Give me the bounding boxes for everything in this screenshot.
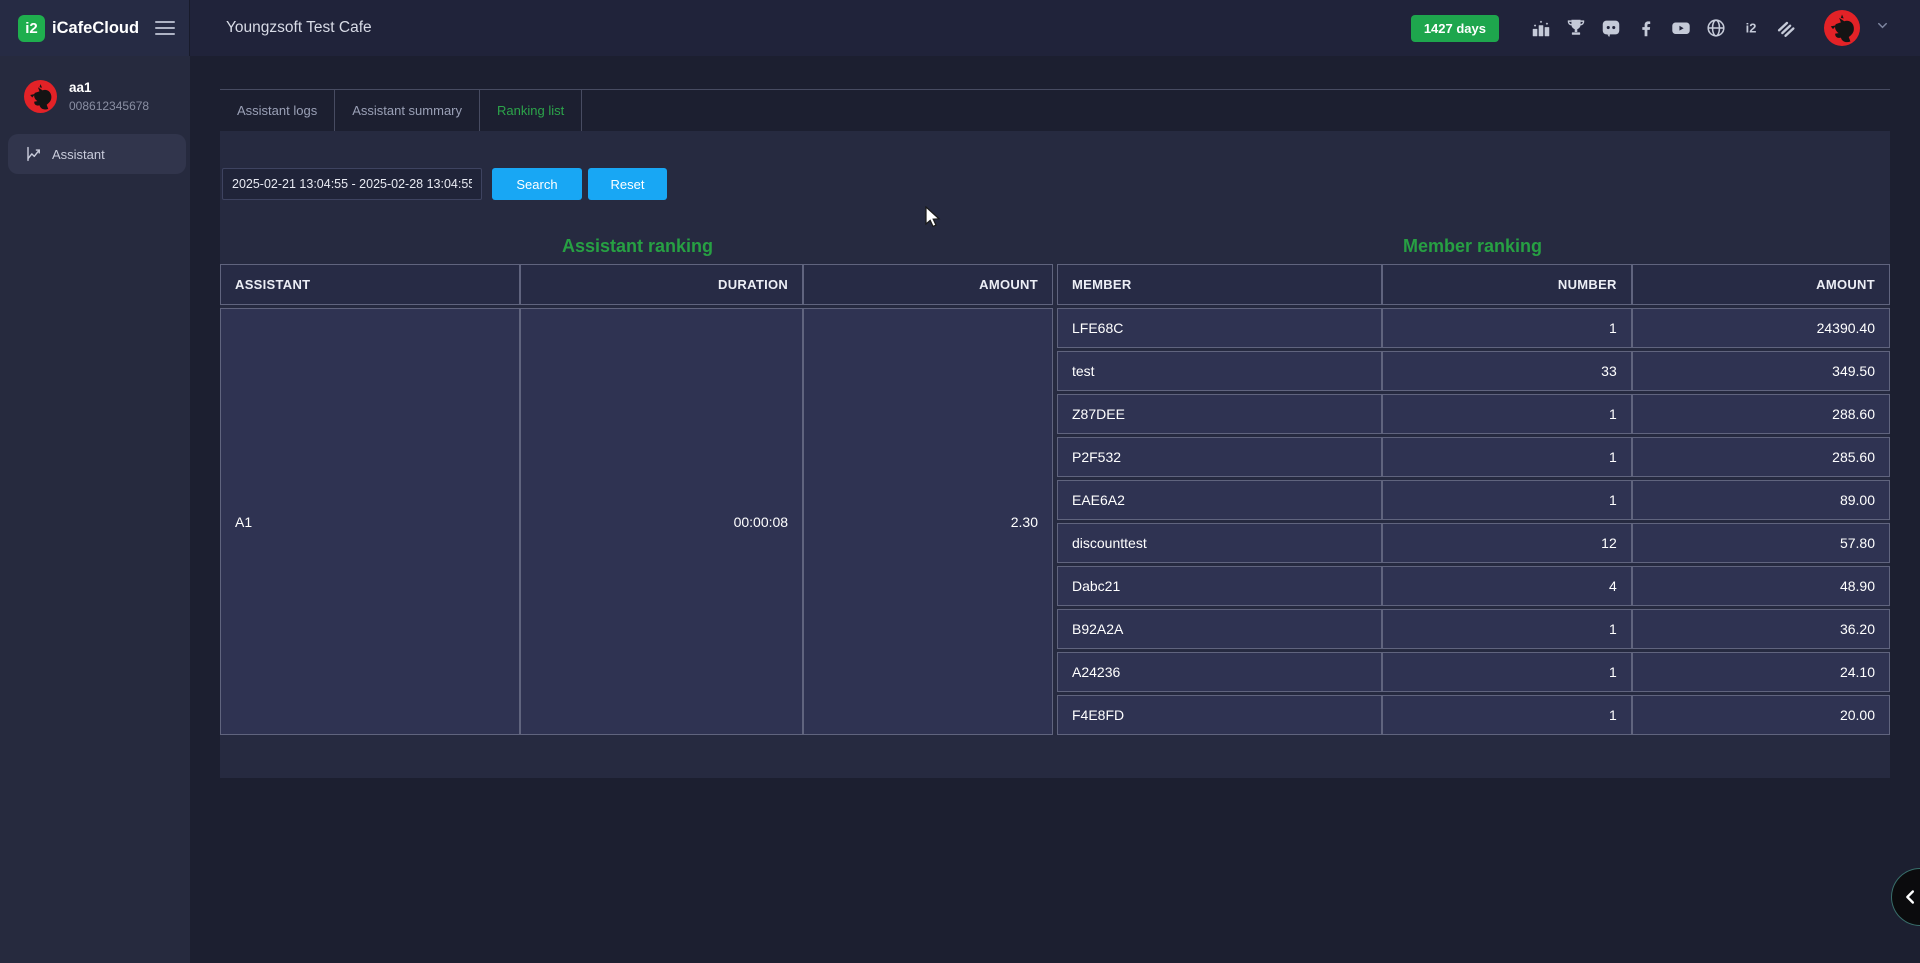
search-button[interactable]: Search: [492, 168, 582, 200]
table-cell: 00:00:08: [520, 308, 803, 735]
table-cell: 24.10: [1632, 652, 1890, 692]
table-cell: 1: [1382, 437, 1632, 477]
assistant-ranking-table: ASSISTANTDURATIONAMOUNT A100:00:082.30: [220, 261, 1053, 738]
table-cell: Z87DEE: [1057, 394, 1382, 434]
tab-ranking-list[interactable]: Ranking list: [480, 90, 582, 131]
table-cell: 1: [1382, 308, 1632, 348]
table-row: Dabc21448.90: [1057, 566, 1890, 606]
table-cell: 285.60: [1632, 437, 1890, 477]
table-row: B92A2A136.20: [1057, 609, 1890, 649]
sidebar: aa1 008612345678 Assistant: [0, 56, 190, 963]
main-area: Assistant logs Assistant summary Ranking…: [190, 56, 1920, 963]
topbar-actions: 1427 days: [1411, 10, 1890, 46]
table-cell: 349.50: [1632, 351, 1890, 391]
topbar-main: Youngzsoft Test Cafe 1427 days: [190, 0, 1920, 56]
member-ranking-table: MEMBERNUMBERAMOUNT LFE68C124390.40test33…: [1057, 261, 1890, 738]
ranking-icon[interactable]: [1530, 17, 1552, 39]
menu-toggle-icon[interactable]: [155, 21, 175, 36]
assistant-ranking-title: Assistant ranking: [220, 236, 1055, 257]
table-row: EAE6A2189.00: [1057, 480, 1890, 520]
table-row: test33349.50: [1057, 351, 1890, 391]
table-cell: Dabc21: [1057, 566, 1382, 606]
column-header: AMOUNT: [803, 264, 1053, 305]
table-cell: 1: [1382, 609, 1632, 649]
date-range-input[interactable]: [222, 168, 482, 200]
table-cell: 288.60: [1632, 394, 1890, 434]
table-row: discounttest1257.80: [1057, 523, 1890, 563]
ranking-tables: ASSISTANTDURATIONAMOUNT A100:00:082.30 M…: [220, 261, 1890, 738]
column-header: ASSISTANT: [220, 264, 520, 305]
trophy-icon[interactable]: [1565, 17, 1587, 39]
table-cell: 1: [1382, 652, 1632, 692]
section-titles: Assistant ranking Member ranking: [220, 236, 1890, 257]
table-row: Z87DEE1288.60: [1057, 394, 1890, 434]
logo-mark-text: i2: [25, 20, 38, 37]
tab-assistant-summary[interactable]: Assistant summary: [335, 90, 480, 131]
discord-icon[interactable]: [1600, 17, 1622, 39]
table-cell: EAE6A2: [1057, 480, 1382, 520]
tab-bar: Assistant logs Assistant summary Ranking…: [220, 89, 1890, 131]
table-cell: A24236: [1057, 652, 1382, 692]
svg-text:i2: i2: [1746, 21, 1757, 36]
icafecloud-logo-icon: i2: [18, 15, 45, 42]
table-cell: B92A2A: [1057, 609, 1382, 649]
table-cell: 57.80: [1632, 523, 1890, 563]
table-cell: A1: [220, 308, 520, 735]
table-cell: discounttest: [1057, 523, 1382, 563]
table-cell: 1: [1382, 480, 1632, 520]
column-header: AMOUNT: [1632, 264, 1890, 305]
chevron-down-icon[interactable]: [1875, 18, 1890, 38]
table-row: P2F5321285.60: [1057, 437, 1890, 477]
app-logo: i2 iCafeCloud: [0, 0, 190, 56]
table-cell: LFE68C: [1057, 308, 1382, 348]
table-cell: 48.90: [1632, 566, 1890, 606]
table-cell: 2.30: [803, 308, 1053, 735]
filter-row: Search Reset: [222, 131, 1890, 200]
user-name: aa1: [69, 80, 149, 95]
table-cell: test: [1057, 351, 1382, 391]
member-ranking-title: Member ranking: [1055, 236, 1890, 257]
table-cell: 36.20: [1632, 609, 1890, 649]
table-cell: 1: [1382, 394, 1632, 434]
table-cell: P2F532: [1057, 437, 1382, 477]
tab-assistant-logs[interactable]: Assistant logs: [220, 90, 335, 131]
youtube-icon[interactable]: [1670, 17, 1692, 39]
table-cell: 12: [1382, 523, 1632, 563]
reset-button[interactable]: Reset: [588, 168, 667, 200]
chevron-left-icon: [1900, 886, 1920, 908]
user-avatar[interactable]: [1824, 10, 1860, 46]
sidebar-item-label: Assistant: [52, 147, 105, 162]
chart-line-icon: [25, 145, 43, 163]
sidebar-avatar: [24, 80, 57, 113]
table-cell: 4: [1382, 566, 1632, 606]
sidebar-user-profile[interactable]: aa1 008612345678: [0, 56, 190, 113]
icafe-icon[interactable]: i2: [1740, 17, 1762, 39]
cafe-name: Youngzsoft Test Cafe: [226, 19, 372, 37]
table-cell: 24390.40: [1632, 308, 1890, 348]
table-cell: 1: [1382, 695, 1632, 735]
table-header-row: ASSISTANTDURATIONAMOUNT: [220, 264, 1053, 305]
table-cell: 20.00: [1632, 695, 1890, 735]
ranking-panel: Search Reset Assistant ranking Member ra…: [220, 131, 1890, 778]
table-cell: 89.00: [1632, 480, 1890, 520]
layers-icon[interactable]: [1775, 17, 1797, 39]
table-cell: 33: [1382, 351, 1632, 391]
table-cell: F4E8FD: [1057, 695, 1382, 735]
user-phone: 008612345678: [69, 99, 149, 113]
column-header: NUMBER: [1382, 264, 1632, 305]
column-header: DURATION: [520, 264, 803, 305]
app-title: iCafeCloud: [52, 19, 155, 38]
column-header: MEMBER: [1057, 264, 1382, 305]
table-row: LFE68C124390.40: [1057, 308, 1890, 348]
sidebar-item-assistant[interactable]: Assistant: [8, 134, 186, 174]
table-row: F4E8FD120.00: [1057, 695, 1890, 735]
table-row: A24236124.10: [1057, 652, 1890, 692]
table-header-row: MEMBERNUMBERAMOUNT: [1057, 264, 1890, 305]
table-row: A100:00:082.30: [220, 308, 1053, 735]
topbar: i2 iCafeCloud Youngzsoft Test Cafe 1427 …: [0, 0, 1920, 56]
facebook-icon[interactable]: [1635, 17, 1657, 39]
subscription-days-badge[interactable]: 1427 days: [1411, 15, 1499, 42]
globe-icon[interactable]: [1705, 17, 1727, 39]
